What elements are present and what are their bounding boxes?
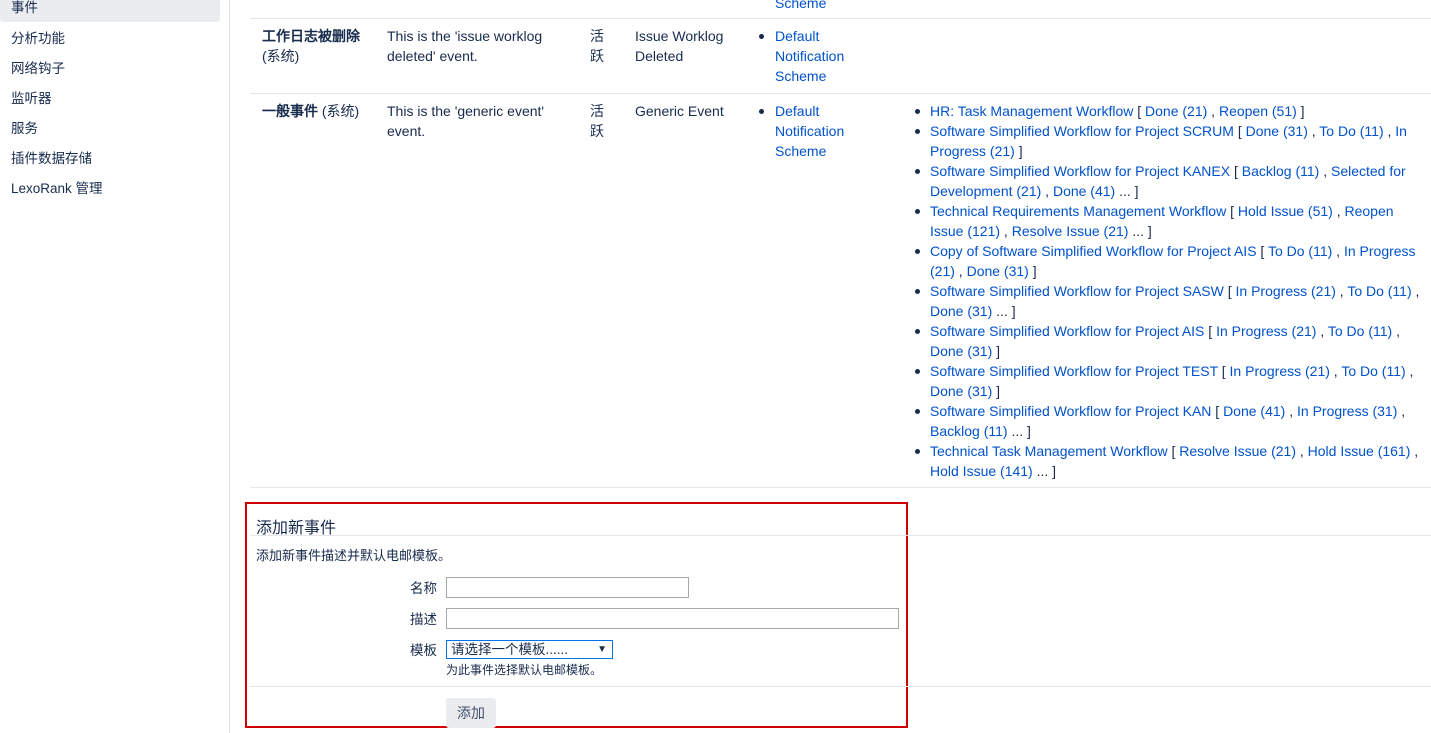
list-item: Default Notification Scheme (759, 101, 865, 161)
notification-scheme-list: Default Notification Scheme (759, 101, 865, 161)
sidebar-item-plugin-data-storage[interactable]: 插件数据存储 (0, 149, 220, 173)
template-label: 模板 (410, 643, 437, 658)
template-select[interactable]: 请选择一个模板...... ▼ (446, 640, 613, 659)
transition-link[interactable]: Hold Issue (161) (1308, 443, 1411, 459)
event-description: This is the 'generic event' event. (387, 103, 545, 139)
template-hint: 为此事件选择默认电邮模板。 (446, 663, 603, 677)
notification-scheme-link[interactable]: Default Notification Scheme (775, 103, 844, 159)
sidebar-item-webhooks[interactable]: 网络钩子 (0, 59, 220, 83)
transition-link[interactable]: Backlog (11) (930, 423, 1008, 439)
chevron-down-icon: ▼ (597, 644, 607, 655)
workflow-link[interactable]: Software Simplified Workflow for Project… (930, 403, 1211, 419)
transition-link[interactable]: Done (31) (967, 263, 1029, 279)
status-text-line2: 跃 (590, 123, 604, 139)
transition-link[interactable]: Hold Issue (51) (1238, 203, 1333, 219)
list-item: Default Notification Scheme (759, 26, 865, 86)
event-name-generic: 一般事件 (系统) (262, 101, 377, 121)
workflow-link[interactable]: Technical Requirements Management Workfl… (930, 203, 1226, 219)
transition-link[interactable]: To Do (11) (1319, 123, 1383, 139)
transition-link[interactable]: To Do (11) (1268, 243, 1332, 259)
title-divider (250, 535, 1431, 536)
transition-link[interactable]: Hold Issue (141) (930, 463, 1033, 479)
event-status: 活 跃 (590, 101, 610, 141)
workflow-link[interactable]: HR: Task Management Workflow (930, 103, 1133, 119)
workflow-link[interactable]: Software Simplified Workflow for Project… (930, 163, 1230, 179)
workflow-link[interactable]: Copy of Software Simplified Workflow for… (930, 243, 1257, 259)
name-input[interactable] (446, 577, 689, 598)
workflow-link[interactable]: Software Simplified Workflow for Project… (930, 123, 1234, 139)
admin-sidebar: 事件 分析功能 网络钩子 监听器 服务 插件数据存储 LexoRank 管理 (0, 0, 230, 733)
event-name-text: 工作日志被删除 (262, 28, 360, 44)
status-text-line1: 活 (590, 103, 604, 119)
add-event-description: 添加新事件描述并默认电邮模板。 (256, 548, 452, 563)
workflow-list-item: Software Simplified Workflow for Project… (915, 281, 1425, 321)
event-name-text: 一般事件 (262, 103, 318, 119)
row-divider (250, 18, 1431, 19)
workflow-link[interactable]: Software Simplified Workflow for Project… (930, 283, 1224, 299)
system-tag: (系统) (321, 103, 360, 119)
workflow-list-item: Software Simplified Workflow for Project… (915, 321, 1425, 361)
row-divider (250, 487, 1431, 488)
status-text-line1: 活 (590, 28, 604, 44)
transition-link[interactable]: To Do (11) (1347, 283, 1411, 299)
event-status: 活 跃 (590, 26, 610, 66)
description-input[interactable] (446, 608, 899, 629)
transition-link[interactable]: Backlog (11) (1242, 163, 1320, 179)
workflow-link[interactable]: Software Simplified Workflow for Project… (930, 363, 1218, 379)
sidebar-item-services[interactable]: 服务 (0, 119, 220, 143)
transition-link[interactable]: Done (31) (1246, 123, 1308, 139)
workflow-link[interactable]: Technical Task Management Workflow (930, 443, 1168, 459)
prev-row-scheme-link[interactable]: Scheme (775, 0, 826, 13)
event-template: Issue Worklog Deleted (635, 28, 724, 64)
workflow-link[interactable]: Software Simplified Workflow for Project… (930, 323, 1204, 339)
event-name-worklog-deleted: 工作日志被删除 (系统) (262, 26, 377, 66)
transition-link[interactable]: Resolve Issue (21) (1012, 223, 1129, 239)
workflow-list: HR: Task Management Workflow [ Done (21)… (915, 101, 1425, 481)
transition-link[interactable]: In Progress (21) (1216, 323, 1316, 339)
notification-scheme-link[interactable]: Default Notification Scheme (775, 28, 844, 84)
row-divider (250, 93, 1431, 94)
transition-link[interactable]: Resolve Issue (21) (1179, 443, 1296, 459)
template-selected-value: 请选择一个模板...... (451, 642, 569, 657)
sidebar-item-lexorank[interactable]: LexoRank 管理 (0, 179, 220, 203)
workflow-list-item: Copy of Software Simplified Workflow for… (915, 241, 1425, 281)
transition-link[interactable]: Done (41) (1223, 403, 1285, 419)
workflow-list-item: Technical Requirements Management Workfl… (915, 201, 1425, 241)
sidebar-item-analytics[interactable]: 分析功能 (0, 29, 220, 53)
system-tag: (系统) (262, 48, 300, 64)
transition-link[interactable]: Reopen (51) (1219, 103, 1297, 119)
transition-link[interactable]: Done (31) (930, 383, 992, 399)
sidebar-item-listeners[interactable]: 监听器 (0, 89, 220, 113)
workflow-list-item: Software Simplified Workflow for Project… (915, 401, 1425, 441)
transition-link[interactable]: Done (31) (930, 303, 992, 319)
sidebar-item-events[interactable]: 事件 (0, 0, 220, 22)
event-template: Generic Event (635, 103, 724, 119)
transition-link[interactable]: Done (31) (930, 343, 992, 359)
status-text-line2: 跃 (590, 48, 604, 64)
transition-link[interactable]: In Progress (21) (1236, 283, 1336, 299)
form-divider (250, 686, 1431, 687)
workflow-list-item: Software Simplified Workflow for Project… (915, 361, 1425, 401)
name-label: 名称 (410, 581, 437, 596)
workflow-list-item: Software Simplified Workflow for Project… (915, 121, 1425, 161)
transition-link[interactable]: Done (21) (1145, 103, 1207, 119)
description-label: 描述 (410, 612, 437, 627)
event-description: This is the 'issue worklog deleted' even… (387, 28, 543, 64)
workflow-list-item: Software Simplified Workflow for Project… (915, 161, 1425, 201)
workflow-list-item: HR: Task Management Workflow [ Done (21)… (915, 101, 1425, 121)
transition-link[interactable]: In Progress (31) (1297, 403, 1397, 419)
add-button[interactable]: 添加 (446, 698, 496, 728)
workflow-list-item: Technical Task Management Workflow [ Res… (915, 441, 1425, 481)
notification-scheme-list: Default Notification Scheme (759, 26, 865, 86)
transition-link[interactable]: To Do (11) (1328, 323, 1392, 339)
transition-link[interactable]: In Progress (21) (1230, 363, 1330, 379)
transition-link[interactable]: Done (41) (1053, 183, 1115, 199)
transition-link[interactable]: To Do (11) (1341, 363, 1405, 379)
